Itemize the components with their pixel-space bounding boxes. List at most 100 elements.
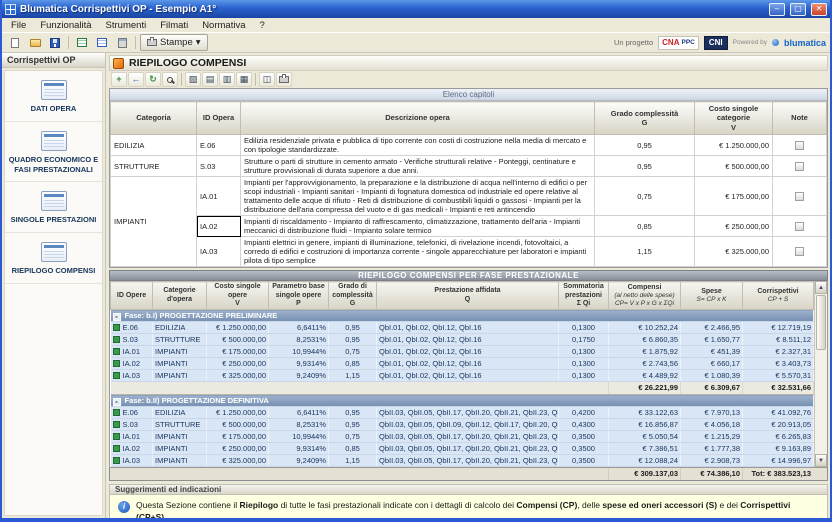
total-spese: € 74.386,10 xyxy=(680,468,742,480)
col-descrizione[interactable]: Descrizione opera xyxy=(241,102,595,135)
table-row[interactable]: EDILIZIA E.06 Edilizia residenziale priv… xyxy=(111,135,827,156)
col-spese[interactable]: SpeseS= CP x K xyxy=(681,282,743,310)
vertical-scrollbar[interactable]: ▲ ▼ xyxy=(814,281,827,467)
riepilogo-row[interactable]: E.06 EDILIZIA € 1.250.000,00 6,6411% 0,9… xyxy=(111,322,814,334)
title-bar[interactable]: Blumatica Corrispettivi OP - Esempio A1°… xyxy=(2,0,830,18)
cell-compensi: € 7.386,51 xyxy=(609,443,681,455)
stampe-label: Stampe xyxy=(160,37,193,48)
back-button[interactable]: ← xyxy=(128,72,144,87)
sidebar-item[interactable]: RIEPILOGO COMPENSI xyxy=(5,233,102,284)
columns-button[interactable]: ▥ xyxy=(219,72,235,87)
new-document-button[interactable] xyxy=(6,34,24,51)
new-document-icon xyxy=(11,38,19,48)
toolbar-separator xyxy=(181,73,182,86)
save-button[interactable] xyxy=(46,34,64,51)
collapse-icon[interactable]: - xyxy=(113,398,121,406)
toolbar-separator xyxy=(135,36,136,49)
scroll-up-icon[interactable]: ▲ xyxy=(815,281,827,294)
table-row[interactable]: IA.02 Impianti di riscaldamento - Impian… xyxy=(111,216,827,237)
menu-item[interactable]: Funzionalità xyxy=(33,18,98,32)
col-compensi[interactable]: Compensi(al netto delle spese) CP= V x P… xyxy=(609,282,681,310)
riepilogo-row[interactable]: IA.01 IMPIANTI € 175.000,00 10,9944% 0,7… xyxy=(111,431,814,443)
col-costo-opere[interactable]: Costo singole opere V xyxy=(207,282,269,310)
table-button[interactable] xyxy=(93,34,111,51)
suggestion-segment: . xyxy=(164,512,166,522)
cell-id: IA.01 xyxy=(197,177,241,216)
col-id-opere[interactable]: ID Opere xyxy=(111,282,153,310)
cell-sommatoria: 0,1300 xyxy=(559,346,609,358)
add-button[interactable]: + xyxy=(111,72,127,87)
scroll-down-icon[interactable]: ▼ xyxy=(815,454,827,467)
table-row[interactable]: IA.03 Impianti elettrici in genere, impi… xyxy=(111,237,827,267)
col-prestazione[interactable]: Prestazione affidata Q xyxy=(377,282,559,310)
note-icon[interactable] xyxy=(795,192,804,201)
calculator-button[interactable] xyxy=(113,34,131,51)
col-parametro[interactable]: Parametro base singole opere P xyxy=(269,282,329,310)
note-icon[interactable] xyxy=(795,162,804,171)
menu-item[interactable]: ? xyxy=(252,18,271,32)
collapse-icon[interactable]: - xyxy=(113,313,121,321)
scrollbar-thumb[interactable] xyxy=(816,295,826,350)
project-label: Un progetto xyxy=(614,38,653,47)
cell-compensi: € 12.088,24 xyxy=(609,455,681,467)
col-note[interactable]: Note xyxy=(773,102,827,135)
riepilogo-row[interactable]: IA.02 IMPIANTI € 250.000,00 9,9314% 0,85… xyxy=(111,358,814,370)
print-button[interactable] xyxy=(276,72,292,87)
col-categoria[interactable]: Categoria xyxy=(111,102,197,135)
note-icon[interactable] xyxy=(795,222,804,231)
print-preview-button[interactable]: ◫ xyxy=(259,72,275,87)
riepilogo-row[interactable]: IA.03 IMPIANTI € 325.000,00 9,2409% 1,15… xyxy=(111,370,814,382)
open-button[interactable] xyxy=(26,34,44,51)
note-icon[interactable] xyxy=(795,141,804,150)
table-row[interactable]: IMPIANTI IA.01 Impianti per l'approvvigi… xyxy=(111,177,827,216)
menu-item[interactable]: Normativa xyxy=(195,18,252,32)
export-grid-icon: ▧ xyxy=(189,75,198,84)
riepilogo-row[interactable]: S.03 STRUTTURE € 500.000,00 8,2531% 0,95… xyxy=(111,419,814,431)
suggestion-segment: e dei xyxy=(717,500,740,510)
scrollbar-track[interactable] xyxy=(815,294,827,454)
col-grado[interactable]: Grado di complessità G xyxy=(329,282,377,310)
cell-costo: € 175.000,00 xyxy=(695,177,773,216)
col-id-opera[interactable]: ID Opera xyxy=(197,102,241,135)
riepilogo-row[interactable]: IA.01 IMPIANTI € 175.000,00 10,9944% 0,7… xyxy=(111,346,814,358)
sidebar-item[interactable]: SINGOLE PRESTAZIONI xyxy=(5,182,102,233)
riepilogo-row[interactable]: E.06 EDILIZIA € 1.250.000,00 6,6411% 0,9… xyxy=(111,407,814,419)
sidebar-item[interactable]: DATI OPERA xyxy=(5,71,102,122)
menu-item[interactable]: File xyxy=(4,18,33,32)
suggestion-segment: spese ed oneri accessori (S) xyxy=(602,500,717,510)
riepilogo-row[interactable]: IA.02 IMPIANTI € 250.000,00 9,9314% 0,85… xyxy=(111,443,814,455)
menu-item[interactable]: Strumenti xyxy=(99,18,154,32)
fase-2-rows: E.06 EDILIZIA € 1.250.000,00 6,6411% 0,9… xyxy=(111,407,814,467)
fase-group-row[interactable]: -Fase: b.II) PROGETTAZIONE DEFINITIVA xyxy=(111,395,814,407)
maximize-button[interactable]: ▢ xyxy=(790,3,806,16)
col-costo[interactable]: Costo singole categorie V xyxy=(695,102,773,135)
close-button[interactable]: ✕ xyxy=(811,3,827,16)
cell-grado: 0,95 xyxy=(329,419,377,431)
sidebar-item[interactable]: QUADRO ECONOMICO E FASI PRESTAZIONALI xyxy=(5,122,102,183)
export-button[interactable] xyxy=(73,34,91,51)
layout-button[interactable]: ▤ xyxy=(202,72,218,87)
stampe-button[interactable]: Stampe ▾ xyxy=(140,34,208,51)
cell-categoria: EDILIZIA xyxy=(153,407,207,419)
table-row[interactable]: STRUTTURE S.03 Strutture o parti di stru… xyxy=(111,156,827,177)
print-icon xyxy=(279,76,289,83)
toolbar-separator xyxy=(255,73,256,86)
minimize-button[interactable]: – xyxy=(769,3,785,16)
cell-id: S.03 xyxy=(111,334,153,346)
col-grado[interactable]: Grado complessità G xyxy=(595,102,695,135)
search-button[interactable] xyxy=(162,72,178,87)
col-sommatoria[interactable]: Sommatoria prestazioni Σ Qi xyxy=(559,282,609,310)
cell-compensi: € 33.122,63 xyxy=(609,407,681,419)
cell-compensi: € 10.252,24 xyxy=(609,322,681,334)
note-icon[interactable] xyxy=(795,247,804,256)
fase-group-row[interactable]: -Fase: b.I) PROGETTAZIONE PRELIMINARE xyxy=(111,310,814,322)
export-grid-button[interactable]: ▧ xyxy=(185,72,201,87)
riepilogo-row[interactable]: IA.03 IMPIANTI € 325.000,00 9,2409% 1,15… xyxy=(111,455,814,467)
col-categorie[interactable]: Categorie d'opera xyxy=(153,282,207,310)
riepilogo-row[interactable]: S.03 STRUTTURE € 500.000,00 8,2531% 0,95… xyxy=(111,334,814,346)
grid-view-button[interactable]: ▦ xyxy=(236,72,252,87)
refresh-button[interactable]: ↻ xyxy=(145,72,161,87)
menu-item[interactable]: Filmati xyxy=(153,18,195,32)
cell-grado: 0,75 xyxy=(329,431,377,443)
col-corrispettivi[interactable]: CorrispettiviCP + S xyxy=(743,282,814,310)
